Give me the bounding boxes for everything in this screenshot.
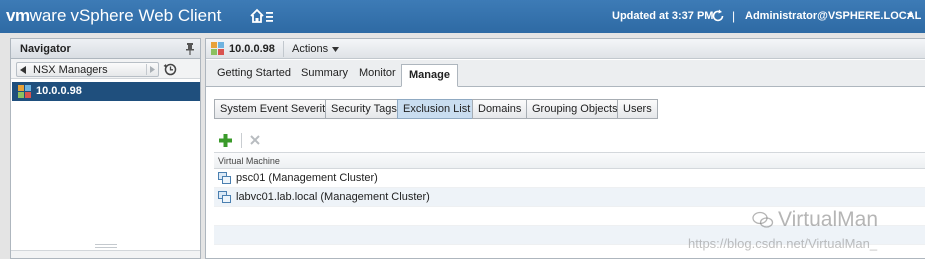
toolbar-divider <box>241 133 242 148</box>
chevron-down-icon <box>332 46 340 52</box>
pin-icon[interactable] <box>185 43 195 55</box>
exclusion-toolbar <box>214 132 919 150</box>
topbar-separator: | <box>732 9 736 23</box>
vm-name: psc01 (Management Cluster) <box>236 172 378 184</box>
navigator-breadcrumb-row: NSX Managers <box>11 59 200 79</box>
updated-timestamp: Updated at 3:37 PM <box>612 10 714 22</box>
navigator-title: Navigator <box>20 43 71 55</box>
watermark-brand: VirtualMan <box>778 208 878 231</box>
home-menu-icon[interactable] <box>250 8 274 24</box>
forward-button[interactable] <box>146 64 156 75</box>
resize-handle[interactable] <box>95 244 117 248</box>
tab-summary[interactable]: Summary <box>301 67 348 79</box>
vmware-logo: vmware vSphere Web Client <box>6 6 221 26</box>
subtab-grouping-objects[interactable]: Grouping Objects <box>526 99 624 119</box>
history-icon[interactable] <box>163 62 177 76</box>
logo-brand-suffix: ware <box>29 6 67 25</box>
navigator-item-nsx-manager[interactable]: 10.0.0.98 <box>12 82 200 101</box>
subtab-exclusion-list[interactable]: Exclusion List <box>397 99 477 119</box>
logo-brand: vm <box>6 6 30 25</box>
object-header: 10.0.0.98 Actions <box>206 39 925 59</box>
navigator-footer <box>11 250 200 258</box>
user-menu[interactable]: Administrator@VSPHERE.LOCAL <box>745 10 921 22</box>
vm-icon <box>218 172 231 184</box>
refresh-icon[interactable] <box>711 9 725 23</box>
actions-label: Actions <box>292 43 329 55</box>
object-title: 10.0.0.98 <box>229 43 275 55</box>
watermark-url: https://blog.csdn.net/VirtualMan_ <box>688 236 878 251</box>
subtab-domains[interactable]: Domains <box>472 99 528 119</box>
back-arrow-icon[interactable] <box>20 66 27 74</box>
top-bar: vmware vSphere Web Client Updated at 3:37… <box>0 0 925 33</box>
vm-name: labvc01.lab.local (Management Cluster) <box>236 191 430 203</box>
nsx-manager-icon <box>18 85 31 98</box>
breadcrumb[interactable]: NSX Managers <box>16 62 159 77</box>
nsx-manager-icon <box>211 42 224 55</box>
wechat-icon <box>752 211 774 228</box>
header-divider <box>283 41 284 57</box>
column-header-virtual-machine[interactable]: Virtual Machine <box>214 153 925 169</box>
vm-icon <box>218 191 231 203</box>
tab-bar: Getting Started Summary Monitor Manage <box>206 60 925 87</box>
table-row[interactable]: labvc01.lab.local (Management Cluster) <box>214 188 925 207</box>
breadcrumb-label: NSX Managers <box>33 64 108 76</box>
tab-manage[interactable]: Manage <box>401 64 458 87</box>
subtab-security-tags[interactable]: Security Tags <box>325 99 403 119</box>
table-row[interactable]: psc01 (Management Cluster) <box>214 169 925 188</box>
navigator-panel: Navigator NSX Managers 10.0.0.98 <box>10 38 201 259</box>
forward-arrow-icon <box>150 66 155 73</box>
tab-getting-started[interactable]: Getting Started <box>217 67 291 79</box>
remove-icon[interactable] <box>250 135 260 145</box>
subtab-system-event-severity[interactable]: System Event Severity <box>214 99 337 119</box>
add-icon[interactable] <box>219 134 232 147</box>
tab-monitor[interactable]: Monitor <box>359 67 396 79</box>
chevron-down-icon[interactable] <box>906 11 914 19</box>
product-name: vSphere Web Client <box>70 6 222 25</box>
actions-menu[interactable]: Actions <box>292 43 340 55</box>
subtab-users[interactable]: Users <box>617 99 658 119</box>
navigator-item-label: 10.0.0.98 <box>36 85 82 97</box>
navigator-header: Navigator <box>11 39 200 59</box>
